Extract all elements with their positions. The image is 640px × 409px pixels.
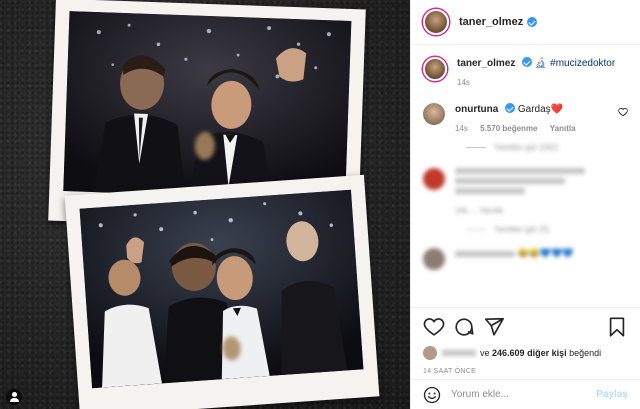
caption-age[interactable]: 14s bbox=[457, 78, 470, 87]
view-replies-label[interactable]: Yanıtları gör (3) bbox=[494, 225, 549, 234]
polaroid-bottom-image bbox=[79, 189, 364, 389]
comment-item: onurtuna Gardaş❤️ 14s 5.570 beğenme Yanı… bbox=[423, 103, 628, 133]
comment-username[interactable]: onurtuna bbox=[455, 104, 498, 115]
comment-age[interactable]: 14s bbox=[455, 124, 468, 133]
polaroid-top-image bbox=[63, 11, 352, 201]
view-replies[interactable]: Yanıtları gör (242) bbox=[466, 143, 628, 152]
commenter-avatar[interactable] bbox=[423, 168, 445, 190]
comments-list: taner_olmez 🔬 #mucizedoktor 14s onurtuna… bbox=[411, 45, 640, 307]
comment-meta: 14s 5.570 beğenme Yanıtla bbox=[455, 124, 618, 133]
post-comment-button[interactable]: Paylaş bbox=[596, 389, 628, 400]
celebration-photo-top bbox=[63, 11, 352, 201]
blurred-comment-meta: 14s ... Yanıtla bbox=[455, 206, 504, 215]
reply-button[interactable]: Yanıtla bbox=[550, 124, 576, 133]
comment-item: 14s ... Yanıtla bbox=[423, 168, 628, 215]
replies-divider bbox=[466, 147, 486, 148]
comment-like-heart-icon[interactable] bbox=[618, 107, 628, 117]
comment-likes[interactable]: 5.570 beğenme bbox=[480, 124, 537, 133]
view-replies[interactable]: Yanıtları gör (3) bbox=[466, 225, 628, 234]
view-replies-label[interactable]: Yanıtları gör (242) bbox=[494, 143, 558, 152]
share-icon[interactable] bbox=[483, 316, 505, 338]
caption-emoji: 🔬 bbox=[534, 58, 548, 69]
action-icons bbox=[423, 316, 628, 338]
heart-icon[interactable] bbox=[423, 316, 445, 338]
caption-hashtag[interactable]: #mucizedoktor bbox=[550, 58, 615, 69]
caption-meta: 14s bbox=[457, 78, 615, 87]
verified-badge-icon bbox=[527, 17, 538, 27]
emoji-icon[interactable] bbox=[423, 386, 441, 404]
likes-verb: beğendi bbox=[569, 348, 602, 358]
polaroid-bottom bbox=[64, 174, 380, 409]
comment-text: Gardaş bbox=[517, 104, 551, 115]
author-username[interactable]: taner_olmez bbox=[459, 16, 523, 28]
comment-icon[interactable] bbox=[453, 316, 475, 338]
commenter-avatar[interactable] bbox=[423, 103, 445, 125]
likes-suffix[interactable]: diğer kişi bbox=[527, 348, 567, 358]
post-side-panel: taner_olmez taner_olmez 🔬 #mucizedoktor … bbox=[410, 0, 640, 409]
blurred-comment-line bbox=[455, 188, 525, 194]
post-photo[interactable] bbox=[0, 0, 410, 409]
comment-emoji: ❤️ bbox=[550, 104, 564, 115]
caption-username[interactable]: taner_olmez bbox=[457, 58, 515, 69]
tagged-users-icon[interactable] bbox=[6, 389, 22, 405]
commenter-avatar[interactable] bbox=[423, 248, 445, 270]
comment-composer: Paylaş bbox=[411, 379, 640, 409]
post-header: taner_olmez bbox=[411, 0, 640, 45]
blurred-comment-line bbox=[455, 168, 585, 174]
blurred-comment-emoji: 😂😂💙💙💙 bbox=[517, 248, 574, 258]
celebration-photo-bottom bbox=[79, 189, 364, 389]
replies-divider bbox=[466, 229, 486, 230]
caption-avatar[interactable] bbox=[423, 57, 447, 81]
liker-username-blurred[interactable] bbox=[442, 350, 476, 356]
blurred-comment-line bbox=[455, 178, 565, 184]
caption: taner_olmez 🔬 #mucizedoktor 14s bbox=[423, 57, 628, 87]
comment-item: 😂😂💙💙💙 bbox=[423, 248, 628, 270]
verified-badge-icon bbox=[505, 103, 516, 113]
post-time-ago[interactable]: 14 SAAT ÖNCE bbox=[423, 368, 628, 375]
blurred-comment-line bbox=[455, 250, 515, 257]
verified-badge-icon bbox=[522, 57, 533, 67]
likes-summary: ve 246.609 diğer kişi beğendi bbox=[423, 346, 628, 360]
comment-input[interactable] bbox=[451, 389, 597, 400]
likes-count[interactable]: 246.609 bbox=[492, 348, 525, 358]
author-avatar[interactable] bbox=[423, 9, 449, 35]
post-actions: ve 246.609 diğer kişi beğendi 14 SAAT ÖN… bbox=[411, 307, 640, 375]
bookmark-icon[interactable] bbox=[606, 316, 628, 338]
liker-avatar[interactable] bbox=[423, 346, 437, 360]
likes-prefix: ve bbox=[480, 348, 490, 358]
